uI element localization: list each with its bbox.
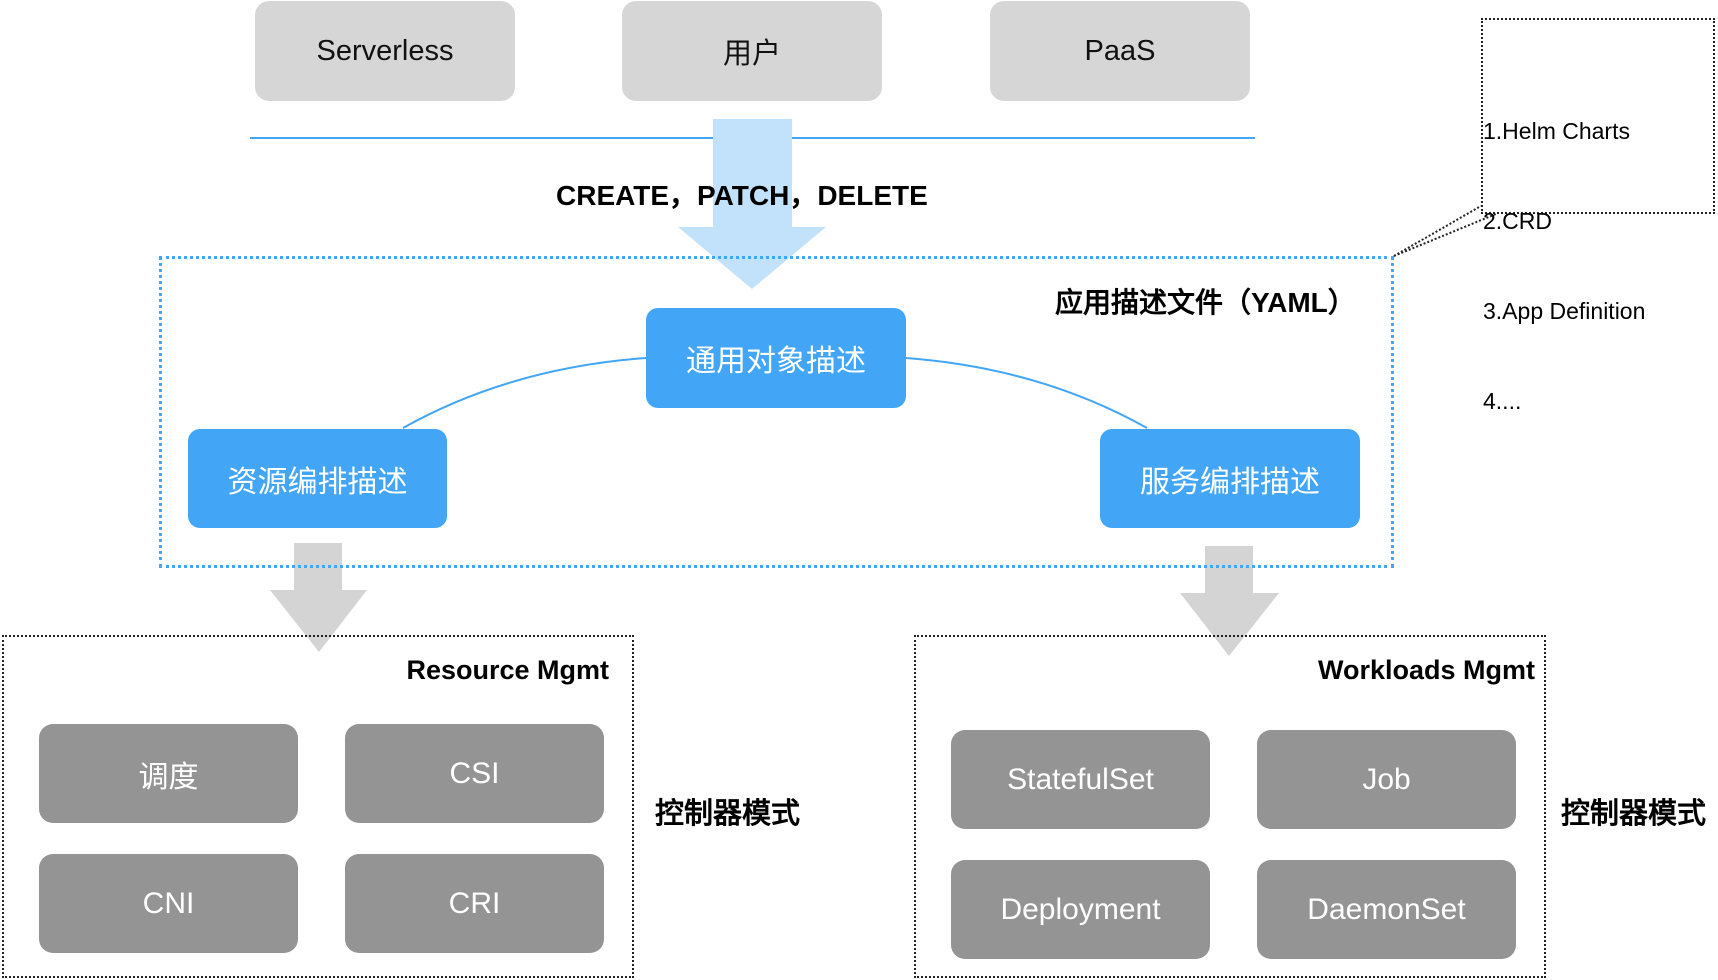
source-user: 用户 <box>622 1 882 101</box>
resource-item-csi: CSI <box>345 724 604 823</box>
workload-item-daemonset: DaemonSet <box>1257 860 1516 959</box>
resource-mgmt-title: Resource Mgmt <box>406 655 609 685</box>
workload-item-label: DaemonSet <box>1307 892 1466 926</box>
source-serverless: Serverless <box>255 1 515 101</box>
service-orchestration-node: 服务编排描述 <box>1100 429 1360 528</box>
workload-item-job: Job <box>1257 730 1516 829</box>
center-node: 通用对象描述 <box>646 308 906 408</box>
callout-item: 4.... <box>1483 388 1522 414</box>
callout-pointer-b <box>1393 213 1497 257</box>
workload-item-label: Job <box>1362 762 1411 796</box>
resource-item-label: CNI <box>142 886 195 920</box>
app-description-title: 应用描述文件（YAML） <box>1055 287 1356 318</box>
callout-item: 2.CRD <box>1483 208 1553 234</box>
resource-controller-pattern-label: 控制器模式 <box>655 798 801 830</box>
source-label: PaaS <box>1084 34 1156 67</box>
source-label: 用户 <box>722 38 781 70</box>
resource-orchestration-node: 资源编排描述 <box>188 429 447 528</box>
center-node-label: 通用对象描述 <box>686 345 866 378</box>
source-label: Serverless <box>316 34 454 67</box>
resource-item-label: CSI <box>449 756 500 790</box>
resource-item-label: CRI <box>448 886 501 920</box>
resource-item-cni: CNI <box>39 854 298 953</box>
api-operations-label: CREATE，PATCH，DELETE <box>556 180 928 211</box>
workload-item-statefulset: StatefulSet <box>951 730 1210 829</box>
workload-item-label: Deployment <box>1000 892 1161 926</box>
callout-item: 3.App Definition <box>1483 298 1646 324</box>
resource-node-label: 资源编排描述 <box>227 465 408 499</box>
workloads-controller-pattern-label: 控制器模式 <box>1561 798 1707 830</box>
resource-item-label: 调度 <box>138 760 199 794</box>
workload-item-deployment: Deployment <box>951 860 1210 959</box>
workloads-mgmt-title: Workloads Mgmt <box>1317 655 1535 685</box>
callout-box: 1.Helm Charts 2.CRD 3.App Definition 4..… <box>1481 18 1715 414</box>
workload-item-label: StatefulSet <box>1007 762 1154 796</box>
callout-item: 1.Helm Charts <box>1483 118 1630 144</box>
resource-item-cri: CRI <box>345 854 604 953</box>
callout-list: 1.Helm Charts 2.CRD 3.App Definition 4..… <box>1483 56 1645 476</box>
source-paas: PaaS <box>990 1 1250 101</box>
resource-item-scheduling: 调度 <box>39 724 298 823</box>
service-node-label: 服务编排描述 <box>1140 465 1320 499</box>
callout-pointer-a <box>1393 205 1482 257</box>
